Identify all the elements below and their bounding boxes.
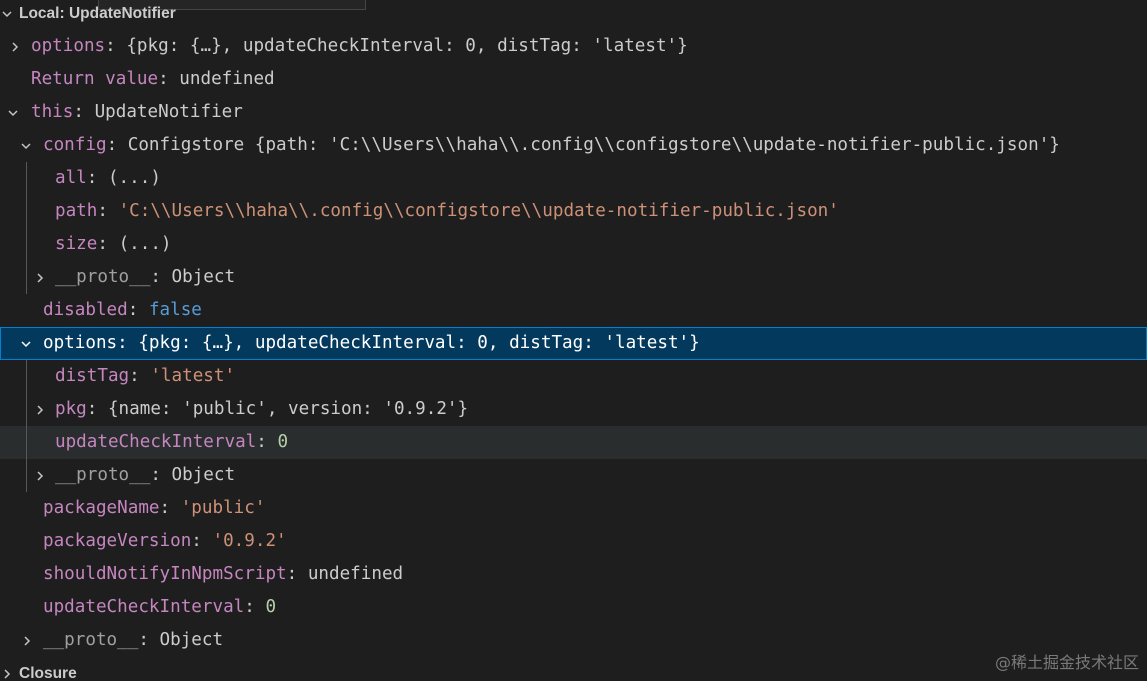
scope-local-header[interactable]: Local: UpdateNotifier	[0, 0, 1147, 30]
variable-value: 'C:\\Users\\haha\\.config\\configstore\\…	[118, 201, 839, 221]
variable-row-options-pkg[interactable]: pkg: {name: 'public', version: '0.9.2'}	[0, 393, 1147, 426]
variable-value: undefined	[179, 69, 275, 89]
variable-name: this	[31, 102, 74, 122]
chevron-down-icon[interactable]	[19, 327, 33, 360]
variable-value: Object	[171, 267, 236, 287]
variable-name: packageName	[43, 498, 160, 518]
variable-row-package-version[interactable]: packageVersion: '0.9.2'	[0, 525, 1147, 558]
separator: :	[86, 168, 108, 188]
variable-name: size	[55, 234, 98, 254]
separator: :	[159, 498, 181, 518]
variable-value: 'public'	[180, 498, 266, 518]
variable-value: undefined	[307, 564, 404, 584]
variable-name: path	[55, 201, 98, 221]
variable-value[interactable]: (...)	[108, 168, 161, 188]
variable-name: Return value	[31, 69, 159, 89]
variable-row-update-interval[interactable]: updateCheckInterval: 0	[0, 591, 1147, 624]
variable-value: Object	[171, 465, 236, 485]
variable-name: updateCheckInterval	[55, 432, 257, 452]
separator: :	[127, 300, 149, 320]
variable-row-options-proto[interactable]: __proto__: Object	[0, 459, 1147, 492]
separator: :	[86, 399, 108, 419]
variable-name: packageVersion	[43, 531, 192, 551]
variable-row-package-name[interactable]: packageName: 'public'	[0, 492, 1147, 525]
variable-row-return-value[interactable]: Return value: undefined	[0, 63, 1147, 96]
variable-name: updateCheckInterval	[43, 597, 245, 617]
variable-row-config-all[interactable]: all: (...)	[0, 162, 1147, 195]
variable-name: __proto__	[55, 267, 151, 287]
separator: :	[138, 630, 160, 650]
chevron-down-icon[interactable]	[0, 0, 14, 30]
separator: :	[150, 465, 172, 485]
variable-row-this-proto[interactable]: __proto__: Object	[0, 624, 1147, 657]
variable-row-options-disttag[interactable]: distTag: 'latest'	[0, 360, 1147, 393]
separator: :	[129, 366, 151, 386]
variable-row-options-selected[interactable]: options: {pkg: {…}, updateCheckInterval:…	[0, 327, 1147, 360]
variable-value: {pkg: {…}, updateCheckInterval: 0, distT…	[138, 333, 700, 353]
variable-value: Configstore {path: 'C:\\Users\\haha\\.co…	[127, 135, 1060, 155]
separator: :	[158, 69, 180, 89]
variable-name: pkg	[55, 399, 87, 419]
variable-row-config[interactable]: config: Configstore {path: 'C:\\Users\\h…	[0, 129, 1147, 162]
variable-row-config-size[interactable]: size: (...)	[0, 228, 1147, 261]
variable-row-config-proto[interactable]: __proto__: Object	[0, 261, 1147, 294]
variable-row-config-path[interactable]: path: 'C:\\Users\\haha\\.config\\configs…	[0, 195, 1147, 228]
chevron-right-icon[interactable]	[20, 624, 34, 657]
variable-name: disabled	[43, 300, 128, 320]
separator: :	[244, 597, 266, 617]
variable-value: UpdateNotifier	[94, 102, 243, 122]
variable-row-disabled[interactable]: disabled: false	[0, 294, 1147, 327]
separator: :	[256, 432, 278, 452]
separator: :	[105, 36, 127, 56]
watermark: @稀土掘金技术社区	[994, 653, 1139, 672]
variable-name: __proto__	[43, 630, 139, 650]
scope-local-label: Local: UpdateNotifier	[19, 5, 176, 22]
variable-value: {name: 'public', version: '0.9.2'}	[107, 399, 469, 419]
chevron-down-icon[interactable]	[19, 129, 33, 162]
variable-value: false	[148, 300, 202, 320]
variable-row-should-notify[interactable]: shouldNotifyInNpmScript: undefined	[0, 558, 1147, 591]
separator: :	[106, 135, 128, 155]
chevron-right-icon[interactable]	[33, 459, 47, 492]
variable-value: 0	[265, 597, 277, 617]
variable-name: distTag	[55, 366, 130, 386]
variable-value[interactable]: (...)	[119, 234, 172, 254]
separator: :	[286, 564, 308, 584]
separator: :	[97, 201, 119, 221]
separator: :	[150, 267, 172, 287]
indent-guide	[26, 162, 27, 294]
variable-name: __proto__	[55, 465, 151, 485]
separator: :	[117, 333, 139, 353]
variable-value: Object	[159, 630, 224, 650]
scope-closure-label: Closure	[19, 665, 77, 681]
variable-name: options	[31, 36, 106, 56]
variable-row-options[interactable]: options: {pkg: {…}, updateCheckInterval:…	[0, 30, 1147, 63]
chevron-down-icon[interactable]	[6, 96, 20, 129]
chevron-right-icon[interactable]	[0, 657, 14, 681]
separator: :	[73, 102, 95, 122]
variable-name: all	[55, 168, 87, 188]
variable-row-options-interval[interactable]: updateCheckInterval: 0	[0, 426, 1147, 459]
chevron-right-icon[interactable]	[33, 261, 47, 294]
variable-value: 'latest'	[150, 366, 236, 386]
variable-value: {pkg: {…}, updateCheckInterval: 0, distT…	[126, 36, 688, 56]
chevron-right-icon[interactable]	[33, 393, 47, 426]
variable-name: shouldNotifyInNpmScript	[43, 564, 287, 584]
scope-closure-header[interactable]: Closure	[0, 657, 1147, 681]
variable-name: config	[43, 135, 107, 155]
variable-row-this[interactable]: this: UpdateNotifier	[0, 96, 1147, 129]
separator: :	[97, 234, 119, 254]
variable-value: '0.9.2'	[212, 531, 287, 551]
indent-guide	[26, 360, 27, 492]
separator: :	[191, 531, 213, 551]
chevron-right-icon[interactable]	[8, 30, 22, 63]
variable-name: options	[43, 333, 118, 353]
variable-value: 0	[277, 432, 289, 452]
